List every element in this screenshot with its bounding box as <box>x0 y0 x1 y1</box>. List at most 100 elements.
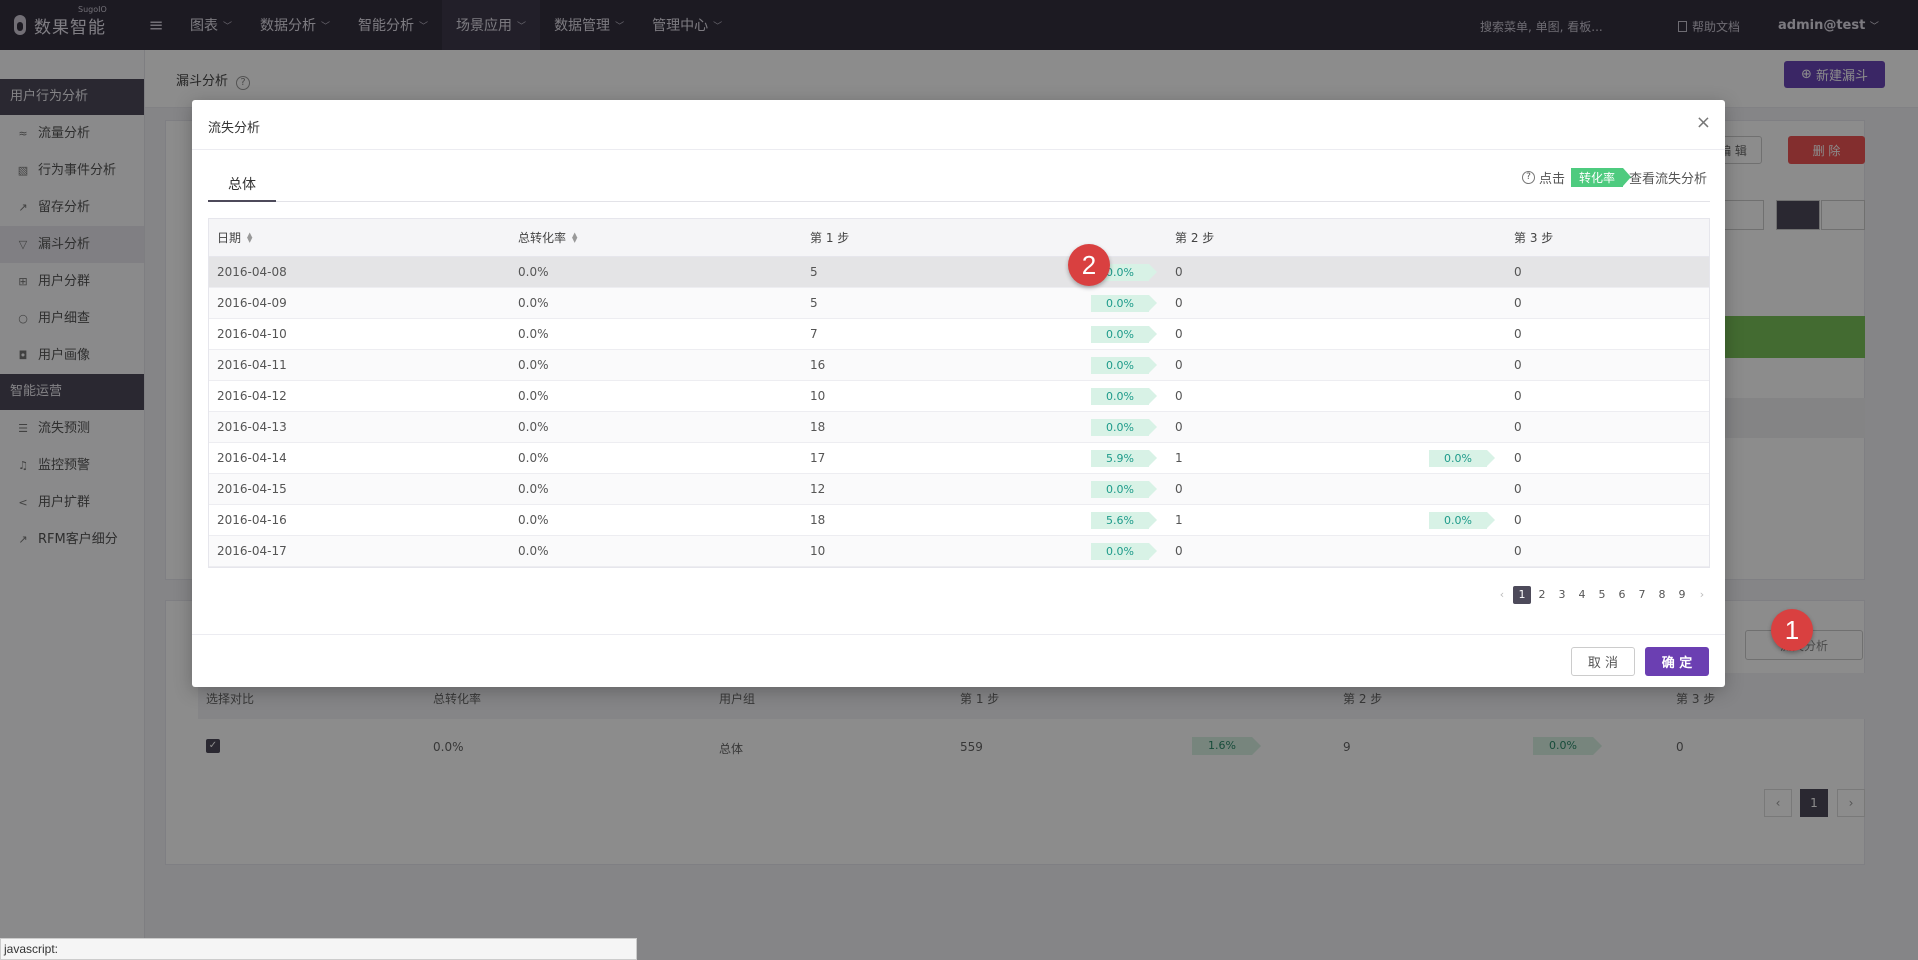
pager-page[interactable]: 6 <box>1613 586 1631 604</box>
conversion-rate-step1[interactable]: 0.0% <box>1091 388 1157 405</box>
cell-date: 2016-04-08 <box>217 265 287 279</box>
table-row: 2016-04-08 0.0% 5 0 0 0.0% <box>209 257 1709 288</box>
conversion-rate-step1[interactable]: 0.0% <box>1091 419 1157 436</box>
table-row: 2016-04-13 0.0% 18 0 0 0.0% <box>209 412 1709 443</box>
cell-step2: 0 <box>1175 544 1183 558</box>
modal-footer: 取 消 确 定 <box>192 634 1725 687</box>
pager-next-icon[interactable]: › <box>1693 586 1711 604</box>
pager-page[interactable]: 4 <box>1573 586 1591 604</box>
cell-date: 2016-04-17 <box>217 544 287 558</box>
conversion-rate-step1[interactable]: 0.0% <box>1091 295 1157 312</box>
cell-date: 2016-04-10 <box>217 327 287 341</box>
cell-step1: 16 <box>810 358 826 372</box>
cell-step3: 0 <box>1514 420 1522 434</box>
confirm-button[interactable]: 确 定 <box>1645 647 1709 676</box>
close-icon[interactable]: × <box>1696 112 1711 133</box>
sort-icon[interactable]: ▲ ▼ <box>247 231 252 243</box>
cell-total-rate: 0.0% <box>518 544 549 558</box>
cell-date: 2016-04-11 <box>217 358 287 372</box>
cell-step1: 18 <box>810 420 826 434</box>
pager-prev-icon[interactable]: ‹ <box>1493 586 1511 604</box>
table-row: 2016-04-15 0.0% 12 0 0 0.0% <box>209 474 1709 505</box>
conversion-rate-tag: 转化率 <box>1570 168 1632 187</box>
cell-step2: 0 <box>1175 389 1183 403</box>
cell-date: 2016-04-09 <box>217 296 287 310</box>
conversion-rate-step2[interactable]: 0.0% <box>1429 512 1495 529</box>
cell-total-rate: 0.0% <box>518 265 549 279</box>
tab-overall[interactable]: 总体 <box>208 172 276 202</box>
cell-step1: 10 <box>810 544 826 558</box>
cell-total-rate: 0.0% <box>518 482 549 496</box>
cell-step1: 5 <box>810 296 818 310</box>
modal-header: 流失分析 × <box>192 100 1725 150</box>
cell-total-rate: 0.0% <box>518 451 549 465</box>
cell-step2: 0 <box>1175 358 1183 372</box>
conversion-rate-step1[interactable]: 0.0% <box>1091 357 1157 374</box>
cell-date: 2016-04-16 <box>217 513 287 527</box>
conversion-rate-step1[interactable]: 0.0% <box>1091 543 1157 560</box>
cell-total-rate: 0.0% <box>518 358 549 372</box>
cell-total-rate: 0.0% <box>518 296 549 310</box>
cell-step3: 0 <box>1514 389 1522 403</box>
cell-total-rate: 0.0% <box>518 513 549 527</box>
table-row: 2016-04-09 0.0% 5 0 0 0.0% <box>209 288 1709 319</box>
table-row: 2016-04-12 0.0% 10 0 0 0.0% <box>209 381 1709 412</box>
cell-step3: 0 <box>1514 513 1522 527</box>
cell-step3: 0 <box>1514 296 1522 310</box>
cell-step3: 0 <box>1514 265 1522 279</box>
cell-total-rate: 0.0% <box>518 389 549 403</box>
table-row: 2016-04-10 0.0% 7 0 0 0.0% <box>209 319 1709 350</box>
cell-step3: 0 <box>1514 358 1522 372</box>
table-header: 日期 ▲ ▼ 总转化率 ▲ ▼ 第 1 步 第 2 步 第 3 步 <box>209 219 1709 257</box>
pagination: ‹ 1 2 3 4 5 6 7 8 9 › <box>1491 586 1711 604</box>
cell-total-rate: 0.0% <box>518 327 549 341</box>
pager-page[interactable]: 3 <box>1553 586 1571 604</box>
header-step1: 第 1 步 <box>810 231 850 245</box>
conversion-rate-step2[interactable]: 0.0% <box>1429 450 1495 467</box>
pager-page[interactable]: 8 <box>1653 586 1671 604</box>
lost-analysis-table: 日期 ▲ ▼ 总转化率 ▲ ▼ 第 1 步 第 2 步 第 3 步 2016-04-08… <box>208 218 1710 568</box>
cell-step3: 0 <box>1514 544 1522 558</box>
cell-date: 2016-04-12 <box>217 389 287 403</box>
cell-step3: 0 <box>1514 451 1522 465</box>
table-row: 2016-04-17 0.0% 10 0 0 0.0% <box>209 536 1709 567</box>
table-row: 2016-04-11 0.0% 16 0 0 0.0% <box>209 350 1709 381</box>
lost-analysis-modal: 流失分析 × 总体 ? 点击 转化率 查看流失分析 日期 ▲ ▼ 总转化率 ▲ ▼ 第 … <box>192 100 1725 687</box>
cell-step1: 12 <box>810 482 826 496</box>
cell-step1: 7 <box>810 327 818 341</box>
pager-page[interactable]: 1 <box>1513 586 1531 604</box>
pager-page[interactable]: 5 <box>1593 586 1611 604</box>
cell-date: 2016-04-14 <box>217 451 287 465</box>
cell-step3: 0 <box>1514 327 1522 341</box>
conversion-rate-step1[interactable]: 5.9% <box>1091 450 1157 467</box>
cell-step3: 0 <box>1514 482 1522 496</box>
cell-step2: 0 <box>1175 420 1183 434</box>
pager-page[interactable]: 7 <box>1633 586 1651 604</box>
conversion-rate-step1[interactable]: 0.0% <box>1091 326 1157 343</box>
conversion-rate-step1[interactable]: 5.6% <box>1091 512 1157 529</box>
cell-step1: 18 <box>810 513 826 527</box>
annotation-marker-2: 2 <box>1068 244 1110 286</box>
cell-step1: 17 <box>810 451 826 465</box>
header-date[interactable]: 日期 ▲ ▼ <box>217 219 252 256</box>
cell-date: 2016-04-15 <box>217 482 287 496</box>
header-total-rate[interactable]: 总转化率 ▲ ▼ <box>518 219 577 256</box>
sort-icon[interactable]: ▲ ▼ <box>572 231 577 243</box>
modal-title: 流失分析 <box>208 121 261 136</box>
hint-text: ? 点击 转化率 查看流失分析 <box>1521 168 1707 187</box>
pager-page[interactable]: 2 <box>1533 586 1551 604</box>
cell-total-rate: 0.0% <box>518 420 549 434</box>
cell-step2: 0 <box>1175 482 1183 496</box>
cell-step1: 5 <box>810 265 818 279</box>
help-icon: ? <box>1521 171 1535 184</box>
cancel-button[interactable]: 取 消 <box>1571 647 1635 676</box>
header-step2: 第 2 步 <box>1175 231 1215 245</box>
cell-step2: 0 <box>1175 265 1183 279</box>
pager-page[interactable]: 9 <box>1673 586 1691 604</box>
conversion-rate-step1[interactable]: 0.0% <box>1091 481 1157 498</box>
cell-step2: 1 <box>1175 451 1183 465</box>
status-bar: javascript: <box>0 938 637 960</box>
table-row: 2016-04-14 0.0% 17 1 0 5.9% 0.0% <box>209 443 1709 474</box>
cell-step1: 10 <box>810 389 826 403</box>
annotation-marker-1: 1 <box>1771 609 1813 651</box>
